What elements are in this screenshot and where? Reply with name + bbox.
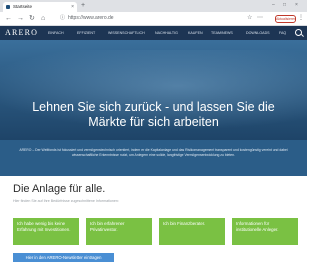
address-bar[interactable]: ⓘ https://www.arero.de — [60, 14, 240, 23]
forward-icon[interactable]: → — [17, 14, 24, 23]
browser-tab[interactable]: Startseite × — [3, 2, 77, 12]
tile-institutional[interactable]: Informationen für institutionelle Anlege… — [232, 218, 298, 245]
browser-window: Startseite × + – □ × ← → ↻ ⌂ ⓘ https://w… — [0, 0, 307, 262]
tab-title: Startseite — [13, 4, 33, 9]
close-tab-icon[interactable]: × — [71, 3, 74, 11]
maximize-icon[interactable]: □ — [283, 1, 286, 10]
tile-label: Ich bin Finanzberater. — [163, 221, 206, 226]
nav-item-einfach[interactable]: EINFACH — [48, 26, 64, 40]
tab-strip: Startseite × + – □ × — [0, 0, 307, 12]
tile-label: Informationen für institutionelle Anlege… — [236, 221, 279, 232]
hero-headline-line-1: Lehnen Sie sich zurück - und lassen Sie … — [32, 100, 275, 114]
nav-item-team-news[interactable]: TEAM/NEWS — [211, 26, 233, 40]
arero-logo[interactable]: ARERO — [5, 28, 38, 38]
close-window-icon[interactable]: × — [295, 1, 298, 10]
tile-private-investor[interactable]: Ich bin erfahrener Privatinvestor. — [86, 218, 152, 245]
section-subtitle: Hier finden Sie auf Ihre Bedürfnisse zug… — [13, 199, 119, 203]
nav-item-faq[interactable]: FAQ — [279, 26, 286, 40]
tile-financial-advisor[interactable]: Ich bin Finanzberater. — [159, 218, 225, 245]
tile-label: Ich bin erfahrener Privatinvestor. — [90, 221, 125, 232]
nav-item-wissenschaftlich[interactable]: WISSENSCHAFTLICH — [108, 26, 145, 40]
menu-icon[interactable]: ⋮ — [298, 14, 304, 23]
extensions-icon[interactable]: ⋯ — [257, 14, 263, 23]
site-info-icon[interactable]: ⓘ — [60, 14, 65, 23]
minimize-icon[interactable]: – — [272, 1, 275, 10]
nav-item-effizient[interactable]: EFFIZIENT — [77, 26, 95, 40]
newsletter-button[interactable]: Hier in den ARERO-Newsletter eintragen — [13, 253, 114, 262]
home-icon[interactable]: ⌂ — [41, 14, 45, 23]
site-navigation: ARERO EINFACH EFFIZIENT WISSENSCHAFTLICH… — [0, 26, 307, 40]
nav-item-downloads[interactable]: DOWNLOADS — [246, 26, 270, 40]
nav-item-nachhaltig[interactable]: NACHHALTIG — [155, 26, 178, 40]
hero-headline-line-2: Märkte für sich arbeiten — [88, 115, 219, 129]
search-icon[interactable] — [295, 29, 302, 36]
intro-strip: ARERO – Der Weltfonds ist fokussiert und… — [0, 140, 307, 176]
intro-text: ARERO – Der Weltfonds ist fokussiert und… — [19, 148, 288, 157]
nav-item-kaufen[interactable]: KAUFEN — [188, 26, 203, 40]
browser-toolbar: ← → ↻ ⌂ ⓘ https://www.arero.de ☆ ⋯ Aktua… — [0, 12, 307, 26]
tile-label: Ich habe wenig bis keine Erfahrung mit I… — [17, 221, 71, 232]
favicon-icon — [6, 5, 10, 9]
star-icon[interactable]: ☆ — [247, 14, 252, 23]
tile-beginner[interactable]: Ich habe wenig bis keine Erfahrung mit I… — [13, 218, 79, 245]
back-icon[interactable]: ← — [5, 14, 12, 23]
reload-icon[interactable]: ↻ — [29, 14, 35, 23]
new-tab-button[interactable]: + — [81, 2, 85, 10]
url-text[interactable]: https://www.arero.de — [68, 14, 114, 23]
section-title: Die Anlage für alle. — [13, 183, 106, 195]
update-button[interactable]: Aktualisieren — [275, 15, 296, 23]
hero-headline: Lehnen Sie sich zurück - und lassen Sie … — [10, 100, 297, 130]
hero-banner: Lehnen Sie sich zurück - und lassen Sie … — [0, 40, 307, 140]
